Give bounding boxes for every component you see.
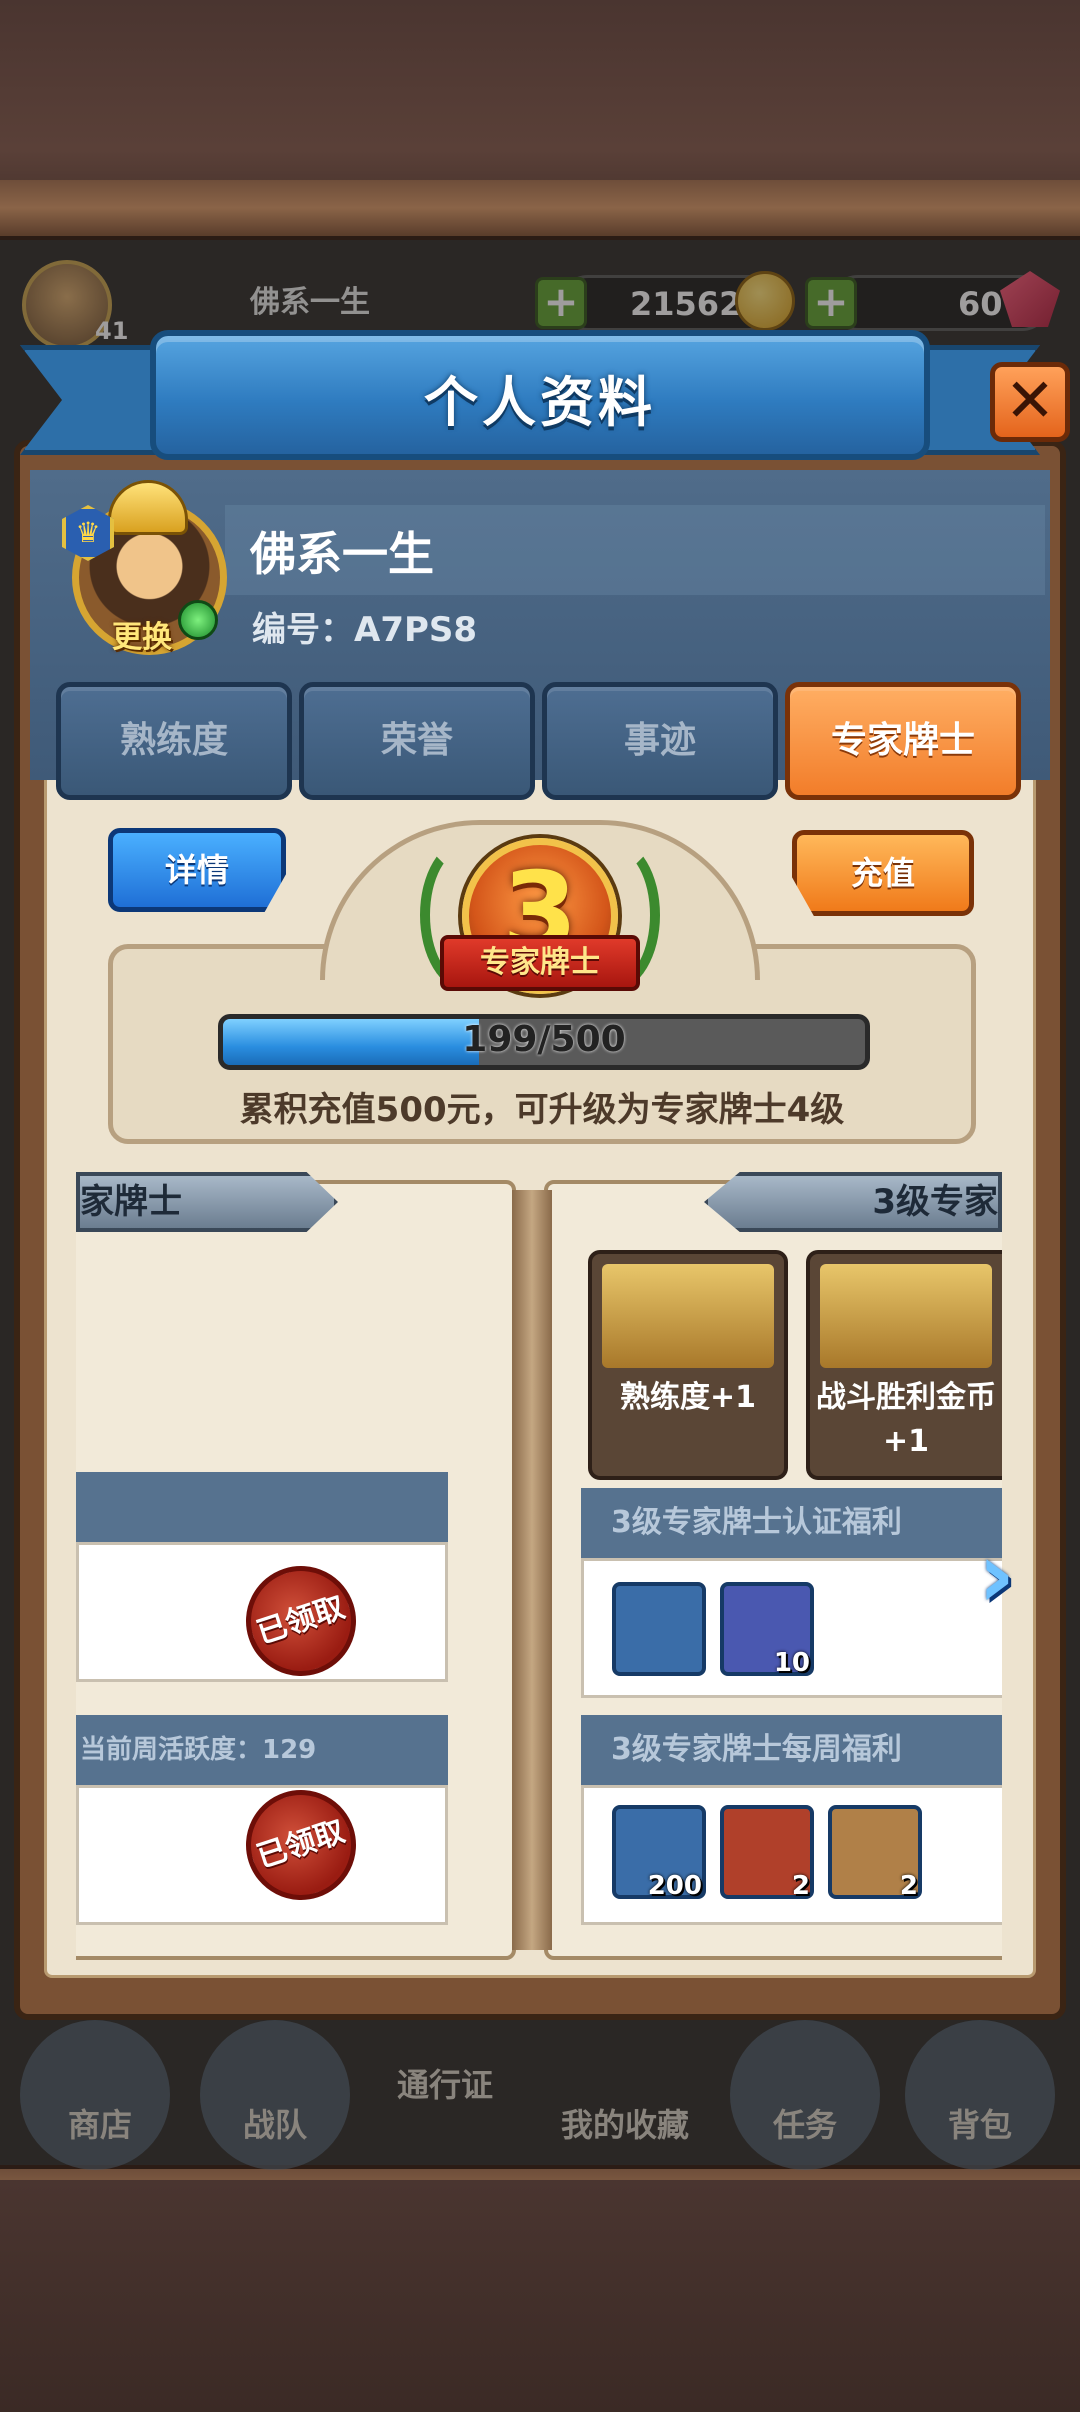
player-name: 佛系一生 bbox=[250, 527, 434, 581]
card-pack-icon[interactable]: 10 bbox=[720, 1582, 814, 1678]
player-id: 编号：A7PS8 bbox=[252, 610, 478, 650]
perk-label: 熟练度+1 bbox=[619, 1380, 756, 1415]
hud-player-name: 佛系一生 bbox=[250, 285, 370, 320]
tab-expert[interactable]: 专家牌士 bbox=[785, 682, 1021, 800]
left-page-banner: 家牌士 bbox=[76, 1172, 338, 1232]
level-up-arrow-icon bbox=[602, 1264, 774, 1368]
bottom-nav: 商店 战队 通行证 我的收藏 任务 背包 bbox=[0, 2020, 1080, 2170]
nav-pass[interactable]: 通行证 bbox=[375, 2060, 515, 2106]
recharge-button[interactable]: 充值 bbox=[792, 830, 974, 916]
perk-card-proficiency: 熟练度+1 bbox=[588, 1250, 788, 1480]
progress-text: 199/500 bbox=[462, 1019, 626, 1060]
book-spine bbox=[512, 1190, 552, 1950]
blue-dragon-avatar-icon[interactable] bbox=[612, 1582, 706, 1676]
item-count: 200 bbox=[647, 1871, 702, 1901]
weekly-activity-label: 当前周活跃度：129 bbox=[76, 1715, 448, 1785]
add-gems-button[interactable]: + bbox=[805, 277, 857, 329]
item-count: 10 bbox=[773, 1648, 810, 1678]
item-count: 2 bbox=[791, 1871, 810, 1901]
upgrade-hint: 累积充值500元，可升级为专家牌士4级 bbox=[239, 1090, 845, 1130]
add-gold-button[interactable]: + bbox=[535, 277, 587, 329]
hud-level: 41 bbox=[95, 317, 129, 345]
item-count: 2 bbox=[899, 1871, 918, 1901]
gold-coin-hand-icon bbox=[820, 1264, 992, 1368]
nav-tasks[interactable]: 任务 bbox=[735, 2100, 875, 2146]
card-bag-icon[interactable]: 2 bbox=[828, 1805, 922, 1901]
next-page-arrow-icon[interactable]: › bbox=[978, 1531, 1018, 1621]
treasure-chest-icon[interactable]: 2 bbox=[720, 1805, 814, 1901]
weekly-benefits-header: 3级专家牌士每周福利 bbox=[581, 1715, 1002, 1785]
nav-shop[interactable]: 商店 bbox=[30, 2100, 170, 2146]
expert-title-banner: 专家牌士 bbox=[440, 935, 640, 991]
tab-honor[interactable]: 荣誉 bbox=[299, 682, 535, 800]
close-button[interactable]: ✕ bbox=[990, 362, 1070, 442]
tab-deeds[interactable]: 事迹 bbox=[542, 682, 778, 800]
bag-nav-icon bbox=[905, 2020, 1055, 2170]
gold-amount: 21562 bbox=[630, 285, 742, 323]
perk-card-gold: 战斗胜利金币+1 bbox=[806, 1250, 1002, 1480]
change-avatar-button[interactable]: 更换 bbox=[112, 612, 172, 656]
perk-label: 战斗胜利金币+1 bbox=[816, 1380, 996, 1459]
nav-bag[interactable]: 背包 bbox=[910, 2100, 1050, 2146]
dialog-title: 个人资料 bbox=[424, 371, 656, 434]
shop-nav-icon bbox=[20, 2020, 170, 2170]
left-section-1-header bbox=[76, 1472, 448, 1542]
detail-button[interactable]: 详情 bbox=[108, 828, 286, 912]
gold-coin-icon[interactable]: 200 bbox=[612, 1805, 706, 1901]
background-bottom bbox=[0, 2180, 1080, 2412]
wood-frame-top bbox=[0, 180, 1080, 240]
close-icon: ✕ bbox=[1004, 366, 1056, 436]
nav-collection[interactable]: 我的收藏 bbox=[540, 2100, 710, 2146]
gem-amount: 60 bbox=[958, 285, 1003, 323]
cert-benefits-header: 3级专家牌士认证福利 bbox=[581, 1488, 1002, 1558]
green-gem-icon bbox=[178, 600, 218, 640]
right-page-banner: 3级专家 bbox=[704, 1172, 1002, 1232]
tasks-nav-icon bbox=[730, 2020, 880, 2170]
nav-team[interactable]: 战队 bbox=[205, 2100, 345, 2146]
gold-coin-icon bbox=[735, 271, 795, 331]
team-nav-icon bbox=[200, 2020, 350, 2170]
tab-proficiency[interactable]: 熟练度 bbox=[56, 682, 292, 800]
